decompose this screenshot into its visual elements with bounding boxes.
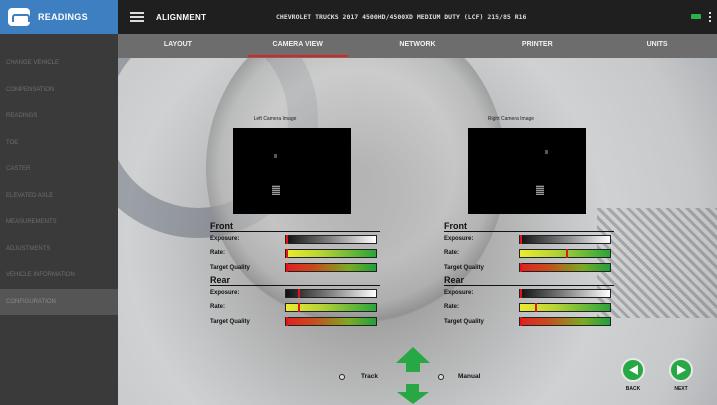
gauge-marker (519, 288, 522, 298)
sidebar-item-adjustments[interactable]: ADJUSTMENTS (0, 236, 118, 263)
connection-status-indicator (691, 14, 701, 19)
track-radio[interactable] (339, 374, 345, 380)
right-camera-image (468, 128, 586, 214)
left-front-quality-label: Target Quality (210, 264, 250, 271)
sidebar-item-caster[interactable]: CASTER (0, 156, 118, 183)
gauge-marker (519, 234, 522, 244)
right-rear-quality-label: Target Quality (444, 318, 484, 325)
sidebar-item-measurements[interactable]: MEASUREMENTS (0, 209, 118, 236)
sidebar-item-elevated-axle[interactable]: ELEVATED AXLE (0, 183, 118, 210)
right-rear-rate-bar (519, 302, 611, 312)
tab-layout[interactable]: LAYOUT (118, 34, 238, 58)
tab-network[interactable]: NETWORK (358, 34, 478, 58)
tab-printer[interactable]: PRINTER (477, 34, 597, 58)
sidebar-menu: CHANGE VEHICLE COMPENSATION READINGS TOE… (0, 50, 118, 315)
gauge-marker (565, 248, 568, 258)
sidebar-brand-label: READINGS (38, 12, 88, 22)
sidebar-item-configuration[interactable]: CONFIGURATION (0, 288, 118, 315)
right-front-rate-bar (519, 248, 611, 258)
gauge-marker (535, 302, 538, 312)
right-front-exposure-bar (519, 234, 611, 244)
sidebar-item-vehicle-information[interactable]: VEHICLE INFORMATION (0, 262, 118, 289)
left-rear-quality-label: Target Quality (210, 318, 250, 325)
left-rear-exposure-label: Exposure: (210, 290, 240, 297)
right-rear-quality-bar (519, 317, 611, 327)
gauge-marker (285, 263, 288, 273)
back-label: BACK (625, 386, 641, 392)
gauge-marker (297, 302, 300, 312)
top-bar: ALIGNMENT CHEVROLET TRUCKS 2017 4500HD/4… (118, 0, 717, 34)
arrow-right-icon (676, 365, 686, 375)
right-front-heading: Front (444, 221, 614, 232)
right-rear-exposure-bar (519, 288, 611, 298)
gauge-marker (297, 288, 300, 298)
tab-camera-view[interactable]: CAMERA VIEW (238, 34, 358, 58)
right-front-exposure-label: Exposure: (444, 236, 474, 243)
left-rear-quality-bar (285, 317, 377, 327)
gauge-marker (285, 248, 288, 258)
arrow-down-icon (397, 392, 429, 404)
left-front-exposure-label: Exposure: (210, 236, 240, 243)
vehicle-description: CHEVROLET TRUCKS 2017 4500HD/4500XD MEDI… (276, 13, 527, 21)
sidebar-item-readings[interactable]: READINGS (0, 103, 118, 130)
tab-bar: LAYOUT CAMERA VIEW NETWORK PRINTER UNITS (118, 34, 717, 58)
right-front-quality-label: Target Quality (444, 264, 484, 271)
left-front-rate-label: Rate: (210, 250, 226, 257)
left-camera-label: Left Camera Image (253, 116, 297, 122)
sidebar-item-compensation[interactable]: COMPENSATION (0, 77, 118, 104)
gauge-marker (285, 234, 288, 244)
left-front-exposure-bar (285, 234, 377, 244)
left-rear-rate-bar (285, 302, 377, 312)
track-radio-label: Track (361, 373, 378, 380)
right-front-rate-label: Rate: (444, 250, 460, 257)
sidebar-brand[interactable]: READINGS (0, 0, 118, 34)
gauge-marker (519, 263, 522, 273)
left-rear-rate-label: Rate: (210, 304, 226, 311)
next-button[interactable] (669, 358, 693, 382)
right-rear-rate-label: Rate: (444, 304, 460, 311)
right-target-marker (536, 185, 544, 195)
back-button[interactable] (621, 358, 645, 382)
left-camera-readings: Front Exposure: Rate: Target Quality Rea… (210, 221, 380, 329)
left-front-heading: Front (210, 221, 380, 232)
sidebar-item-change-vehicle[interactable]: CHANGE VEHICLE (0, 50, 118, 77)
arrow-left-icon (628, 365, 638, 375)
gauge-marker (285, 317, 288, 327)
right-camera-label: Right Camera Image (487, 116, 535, 122)
right-rear-heading: Rear (444, 275, 614, 286)
left-rear-heading: Rear (210, 275, 380, 286)
left-rear-exposure-bar (285, 288, 377, 298)
right-rear-exposure-label: Exposure: (444, 290, 474, 297)
tab-units[interactable]: UNITS (597, 34, 717, 58)
right-camera-readings: Front Exposure: Rate: Target Quality Rea… (444, 221, 614, 329)
page-title: ALIGNMENT (156, 12, 207, 22)
left-front-quality-bar (285, 263, 377, 273)
arrow-up-icon (396, 347, 430, 363)
manual-radio-label: Manual (458, 373, 481, 380)
camera-view-panel: Left Camera Image Front Exposure: Rate: … (118, 58, 717, 405)
next-label: NEXT (674, 386, 688, 392)
sidebar: READINGS CHANGE VEHICLE COMPENSATION REA… (0, 0, 118, 405)
more-options-icon[interactable] (709, 12, 711, 22)
car-icon (8, 8, 30, 26)
gauge-marker (519, 317, 522, 327)
sidebar-item-toe[interactable]: TOE (0, 130, 118, 157)
left-front-rate-bar (285, 248, 377, 258)
background-grille (597, 208, 717, 318)
left-camera-image (233, 128, 351, 214)
manual-radio[interactable] (438, 374, 444, 380)
hamburger-menu-icon[interactable] (130, 12, 144, 22)
left-target-marker (272, 185, 280, 195)
right-front-quality-bar (519, 263, 611, 273)
